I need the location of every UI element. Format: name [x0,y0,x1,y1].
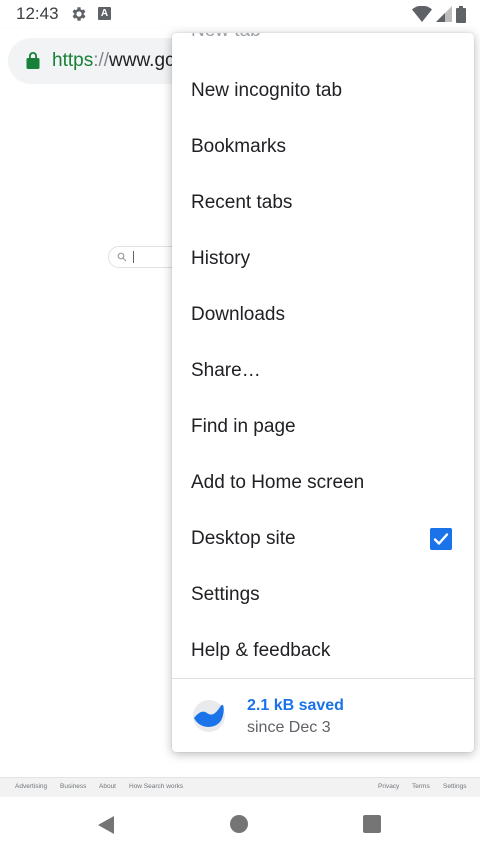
data-saved-since: since Dec 3 [247,719,331,736]
menu-item-label: Downloads [191,304,285,325]
home-icon[interactable] [230,815,248,833]
menu-item-settings[interactable]: Settings [172,567,474,623]
menu-item-label: Add to Home screen [191,472,365,493]
wifi-icon [412,6,432,22]
battery-icon [456,5,466,23]
a-badge-icon: A [98,7,111,20]
menu-item-label: Share… [191,360,261,381]
menu-item-add-to-home-screen[interactable]: Add to Home screen [172,455,474,511]
menu-item-label: History [191,248,251,269]
data-saver-icon [193,700,225,732]
back-icon[interactable] [96,815,116,835]
menu-item-share[interactable]: Share… [172,343,474,399]
status-bar: 12:43 A [0,0,480,28]
data-saver-summary[interactable]: 2.1 kB saved since Dec 3 [172,679,474,752]
menu-item-label: Recent tabs [191,192,293,213]
footer-link-terms[interactable]: Terms [412,783,430,790]
overflow-menu: New tab New incognito tab Bookmarks Rece… [172,33,474,752]
url-text: https://www.gc [52,50,175,72]
system-nav-bar [0,797,480,853]
footer-link-business[interactable]: Business [60,783,86,790]
footer-link-settings[interactable]: Settings [443,783,467,790]
status-time: 12:43 [16,4,59,23]
menu-item-label: Settings [191,584,260,605]
url-host: www.gc [109,50,175,71]
recents-icon[interactable] [363,815,381,833]
lock-icon [26,52,40,69]
footer-link-how-search-works[interactable]: How Search works [129,783,183,790]
menu-item-label: Help & feedback [191,640,331,661]
url-scheme: https [52,50,94,71]
menu-item-new-incognito-tab[interactable]: New incognito tab [172,63,474,119]
footer-link-privacy[interactable]: Privacy [378,783,399,790]
data-saved-amount: 2.1 kB saved [247,697,344,714]
menu-item-label: New incognito tab [191,80,343,101]
menu-item-desktop-site[interactable]: Desktop site [172,511,474,567]
menu-item-label: Bookmarks [191,136,287,157]
menu-item-find-in-page[interactable]: Find in page [172,399,474,455]
menu-item-history[interactable]: History [172,231,474,287]
gear-icon [72,7,86,21]
menu-item-label: Desktop site [191,528,296,549]
menu-item-bookmarks[interactable]: Bookmarks [172,119,474,175]
cell-signal-icon [436,6,452,22]
menu-item-downloads[interactable]: Downloads [172,287,474,343]
url-separator: :// [93,50,110,71]
desktop-site-checkbox[interactable] [430,528,452,550]
menu-item-recent-tabs[interactable]: Recent tabs [172,175,474,231]
menu-item-label: Find in page [191,416,296,437]
menu-item-help-feedback[interactable]: Help & feedback [172,623,474,679]
footer-link-about[interactable]: About [99,783,116,790]
search-icon [117,252,127,262]
text-caret [133,251,134,263]
page-footer: Advertising Business About How Search wo… [0,777,480,797]
footer-link-advertising[interactable]: Advertising [15,783,47,790]
status-right-icons [412,5,466,23]
menu-item-label: New tab [191,33,261,42]
